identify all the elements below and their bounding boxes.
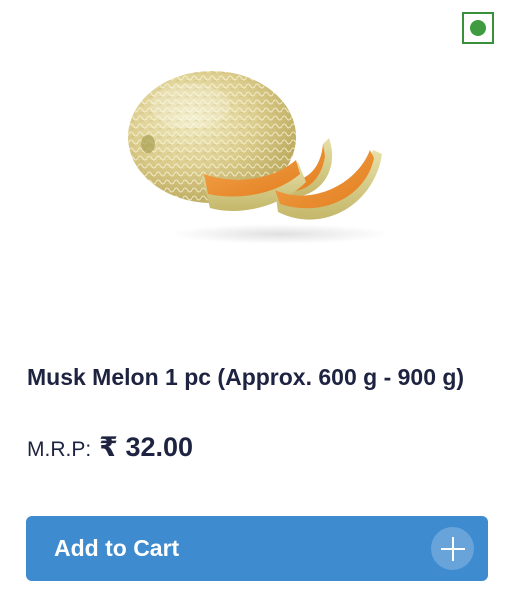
veg-indicator-icon [462,12,494,44]
plus-icon [431,527,474,570]
price-row: M.R.P: ₹ 32.00 [27,432,193,472]
add-to-cart-button[interactable]: Add to Cart [26,516,488,581]
veg-dot [470,20,486,36]
price-value: ₹ 32.00 [99,432,194,462]
mrp-label: M.R.P: [27,438,92,461]
product-card: Musk Melon 1 pc (Approx. 600 g - 900 g) … [0,0,512,600]
product-title[interactable]: Musk Melon 1 pc (Approx. 600 g - 900 g) [27,362,497,393]
product-image[interactable] [120,58,400,248]
add-to-cart-label: Add to Cart [54,535,180,561]
